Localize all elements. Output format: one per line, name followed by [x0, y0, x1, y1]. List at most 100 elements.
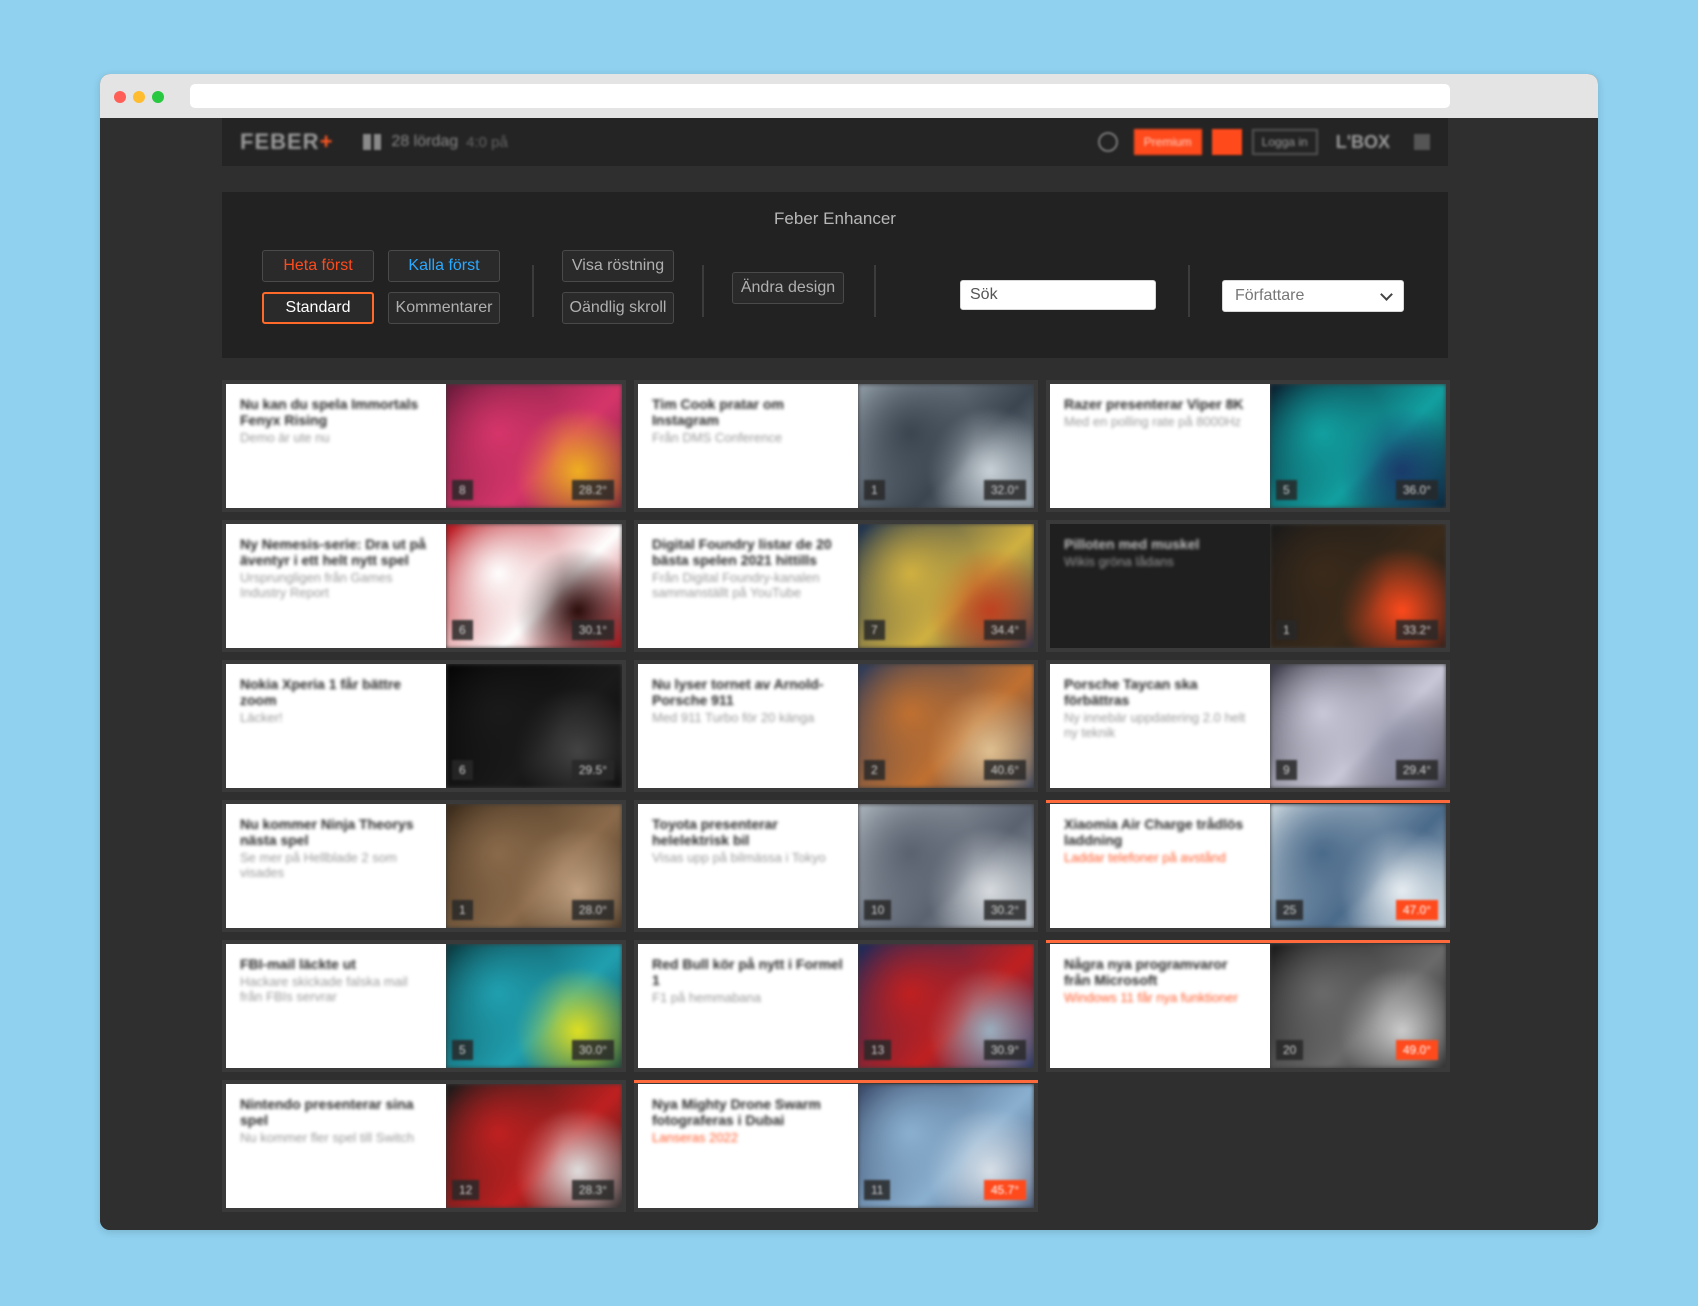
article-card[interactable]: Nu lyser tornet av Arnold-Porsche 911 Med… — [634, 660, 1038, 792]
search-icon[interactable] — [1097, 132, 1118, 152]
article-subtitle: Med 911 Turbo för 20 känga — [652, 710, 815, 725]
article-thumbnail[interactable]: 20 49.0° — [1270, 944, 1446, 1068]
article-text: Razer presenterar Viper 8K Med en polling… — [1050, 384, 1270, 508]
article-thumbnail[interactable]: 11 45.7° — [858, 1084, 1034, 1208]
article-card[interactable]: Nintendo presenterar sina spel Nu kommer … — [222, 1080, 626, 1212]
comment-count-badge: 10 — [864, 900, 892, 920]
temperature-badge: 30.9° — [983, 1040, 1026, 1060]
article-card[interactable]: Ny Nemesis-serie: Dra ut på äventyr i et… — [222, 520, 626, 652]
article-card[interactable]: Xiaomia Air Charge trådlös laddning Ladda… — [1046, 800, 1450, 932]
article-headline[interactable]: Pilloten med muskel — [1064, 536, 1256, 552]
article-headline[interactable]: Nintendo presenterar sina spel — [240, 1096, 432, 1128]
login-button[interactable]: Logga in — [1251, 129, 1318, 155]
article-thumbnail[interactable]: 1 28.0° — [446, 804, 622, 928]
change-design-button[interactable]: Ändra design — [732, 272, 844, 304]
article-card[interactable]: Toyota presenterar helelektrisk bil Visas… — [634, 800, 1038, 932]
user-name[interactable]: L'BOX — [1336, 132, 1390, 153]
article-headline[interactable]: Red Bull kör på nytt i Formel 1 — [652, 956, 844, 988]
article-thumbnail[interactable]: 6 30.1° — [446, 524, 622, 648]
maximize-window-icon[interactable] — [152, 91, 164, 103]
search-input[interactable] — [960, 280, 1156, 310]
article-text: Nintendo presenterar sina spel Nu kommer … — [226, 1084, 446, 1208]
article-text: FBI-mail läckte ut Hackare skickade falsk… — [226, 944, 446, 1068]
article-headline[interactable]: Porsche Taycan ska förbättras — [1064, 676, 1256, 708]
page-content: FEBER+ 28 lördag 4:0 på Premium Logga in… — [100, 118, 1598, 1230]
article-thumbnail[interactable]: 1 33.2° — [1270, 524, 1446, 648]
article-text: Tim Cook pratar om Instagram Från DMS Con… — [638, 384, 858, 508]
menu-icon[interactable] — [1414, 134, 1430, 150]
article-thumbnail[interactable]: 10 30.2° — [858, 804, 1034, 928]
article-thumbnail[interactable]: 2 40.6° — [858, 664, 1034, 788]
minimize-window-icon[interactable] — [133, 91, 145, 103]
article-subtitle: Wikis gröna lådans — [1064, 554, 1174, 569]
temperature-badge: 30.0° — [571, 1040, 614, 1060]
hot-first-button[interactable]: Heta först — [262, 250, 374, 282]
article-headline[interactable]: Razer presenterar Viper 8K — [1064, 396, 1256, 412]
chevron-down-icon — [1380, 287, 1393, 301]
article-thumbnail[interactable]: 1 32.0° — [858, 384, 1034, 508]
article-thumbnail[interactable]: 25 47.0° — [1270, 804, 1446, 928]
comment-count-badge: 13 — [864, 1040, 892, 1060]
comment-count-badge: 1 — [1276, 620, 1297, 640]
temperature-badge: 30.2° — [983, 900, 1026, 920]
article-text: Toyota presenterar helelektrisk bil Visas… — [638, 804, 858, 928]
article-thumbnail[interactable]: 13 30.9° — [858, 944, 1034, 1068]
author-select[interactable]: Författare — [1222, 280, 1404, 312]
article-headline[interactable]: Nu kommer Ninja Theorys nästa spel — [240, 816, 432, 848]
close-window-icon[interactable] — [114, 91, 126, 103]
article-card[interactable]: Razer presenterar Viper 8K Med en polling… — [1046, 380, 1450, 512]
article-thumbnail[interactable]: 5 36.0° — [1270, 384, 1446, 508]
article-headline[interactable]: Nya Mighty Drone Swarm fotograferas i Du… — [652, 1096, 844, 1128]
notification-button[interactable] — [1211, 129, 1242, 155]
article-card[interactable]: Nokia Xperia 1 får bättre zoom Läcker! 6 29… — [222, 660, 626, 792]
article-card[interactable]: Nu kommer Ninja Theorys nästa spel Se mer… — [222, 800, 626, 932]
article-thumbnail[interactable]: 6 29.5° — [446, 664, 622, 788]
article-subtitle: Läcker! — [240, 710, 283, 725]
article-headline[interactable]: Nu lyser tornet av Arnold-Porsche 911 — [652, 676, 844, 708]
article-headline[interactable]: FBI-mail läckte ut — [240, 956, 432, 972]
article-headline[interactable]: Xiaomia Air Charge trådlös laddning — [1064, 816, 1256, 848]
cold-first-button[interactable]: Kalla först — [388, 250, 500, 282]
comments-button[interactable]: Kommentarer — [388, 292, 500, 324]
article-thumbnail[interactable]: 8 28.2° — [446, 384, 622, 508]
article-text: Några nya programvaror från Microsoft Win… — [1050, 944, 1270, 1068]
article-card[interactable]: Nu kan du spela Immortals Fenyx Rising De… — [222, 380, 626, 512]
article-thumbnail[interactable]: 9 29.4° — [1270, 664, 1446, 788]
article-headline[interactable]: Några nya programvaror från Microsoft — [1064, 956, 1256, 988]
temperature-badge: 28.2° — [571, 480, 614, 500]
article-card[interactable]: Pilloten med muskel Wikis gröna lådans 1 33… — [1046, 520, 1450, 652]
article-subtitle: Visas upp på bilmässa i Tokyo — [652, 850, 826, 865]
premium-button[interactable]: Premium — [1133, 129, 1202, 155]
article-headline[interactable]: Toyota presenterar helelektrisk bil — [652, 816, 844, 848]
article-headline[interactable]: Nokia Xperia 1 får bättre zoom — [240, 676, 432, 708]
article-card[interactable]: Tim Cook pratar om Instagram Från DMS Con… — [634, 380, 1038, 512]
article-thumbnail[interactable]: 12 28.3° — [446, 1084, 622, 1208]
infinite-scroll-button[interactable]: Oändlig skroll — [562, 292, 674, 324]
article-headline[interactable]: Nu kan du spela Immortals Fenyx Rising — [240, 396, 432, 428]
standard-button[interactable]: Standard — [262, 292, 374, 324]
article-card[interactable]: FBI-mail läckte ut Hackare skickade falsk… — [222, 940, 626, 1072]
comment-count-badge: 2 — [864, 760, 885, 780]
article-subtitle: Laddar telefoner på avstånd — [1064, 850, 1226, 865]
comment-count-badge: 7 — [864, 620, 885, 640]
article-card[interactable]: Red Bull kör på nytt i Formel 1 F1 på hem… — [634, 940, 1038, 1072]
address-bar[interactable] — [190, 84, 1450, 108]
article-text: Nokia Xperia 1 får bättre zoom Läcker! — [226, 664, 446, 788]
article-subtitle: Från Digital Foundry-kanalen sammanställ… — [652, 570, 820, 600]
article-thumbnail[interactable]: 7 34.4° — [858, 524, 1034, 648]
article-headline[interactable]: Tim Cook pratar om Instagram — [652, 396, 844, 428]
article-card[interactable]: Digital Foundry listar de 20 bästa spele… — [634, 520, 1038, 652]
article-card[interactable]: Porsche Taycan ska förbättras Ny innebär … — [1046, 660, 1450, 792]
article-thumbnail[interactable]: 5 30.0° — [446, 944, 622, 1068]
enhancer-panel: Feber Enhancer Heta först Kalla först St… — [222, 192, 1448, 358]
article-card[interactable]: Några nya programvaror från Microsoft Win… — [1046, 940, 1450, 1072]
site-logo[interactable]: FEBER+ — [240, 129, 333, 155]
article-headline[interactable]: Digital Foundry listar de 20 bästa spele… — [652, 536, 844, 568]
calendar-icon[interactable] — [363, 134, 382, 150]
temperature-badge: 30.1° — [571, 620, 614, 640]
article-headline[interactable]: Ny Nemesis-serie: Dra ut på äventyr i et… — [240, 536, 432, 568]
show-votes-button[interactable]: Visa röstning — [562, 250, 674, 282]
article-card[interactable]: Nya Mighty Drone Swarm fotograferas i Du… — [634, 1080, 1038, 1212]
temperature-badge: 28.3° — [571, 1180, 614, 1200]
comment-count-badge: 9 — [1276, 760, 1297, 780]
